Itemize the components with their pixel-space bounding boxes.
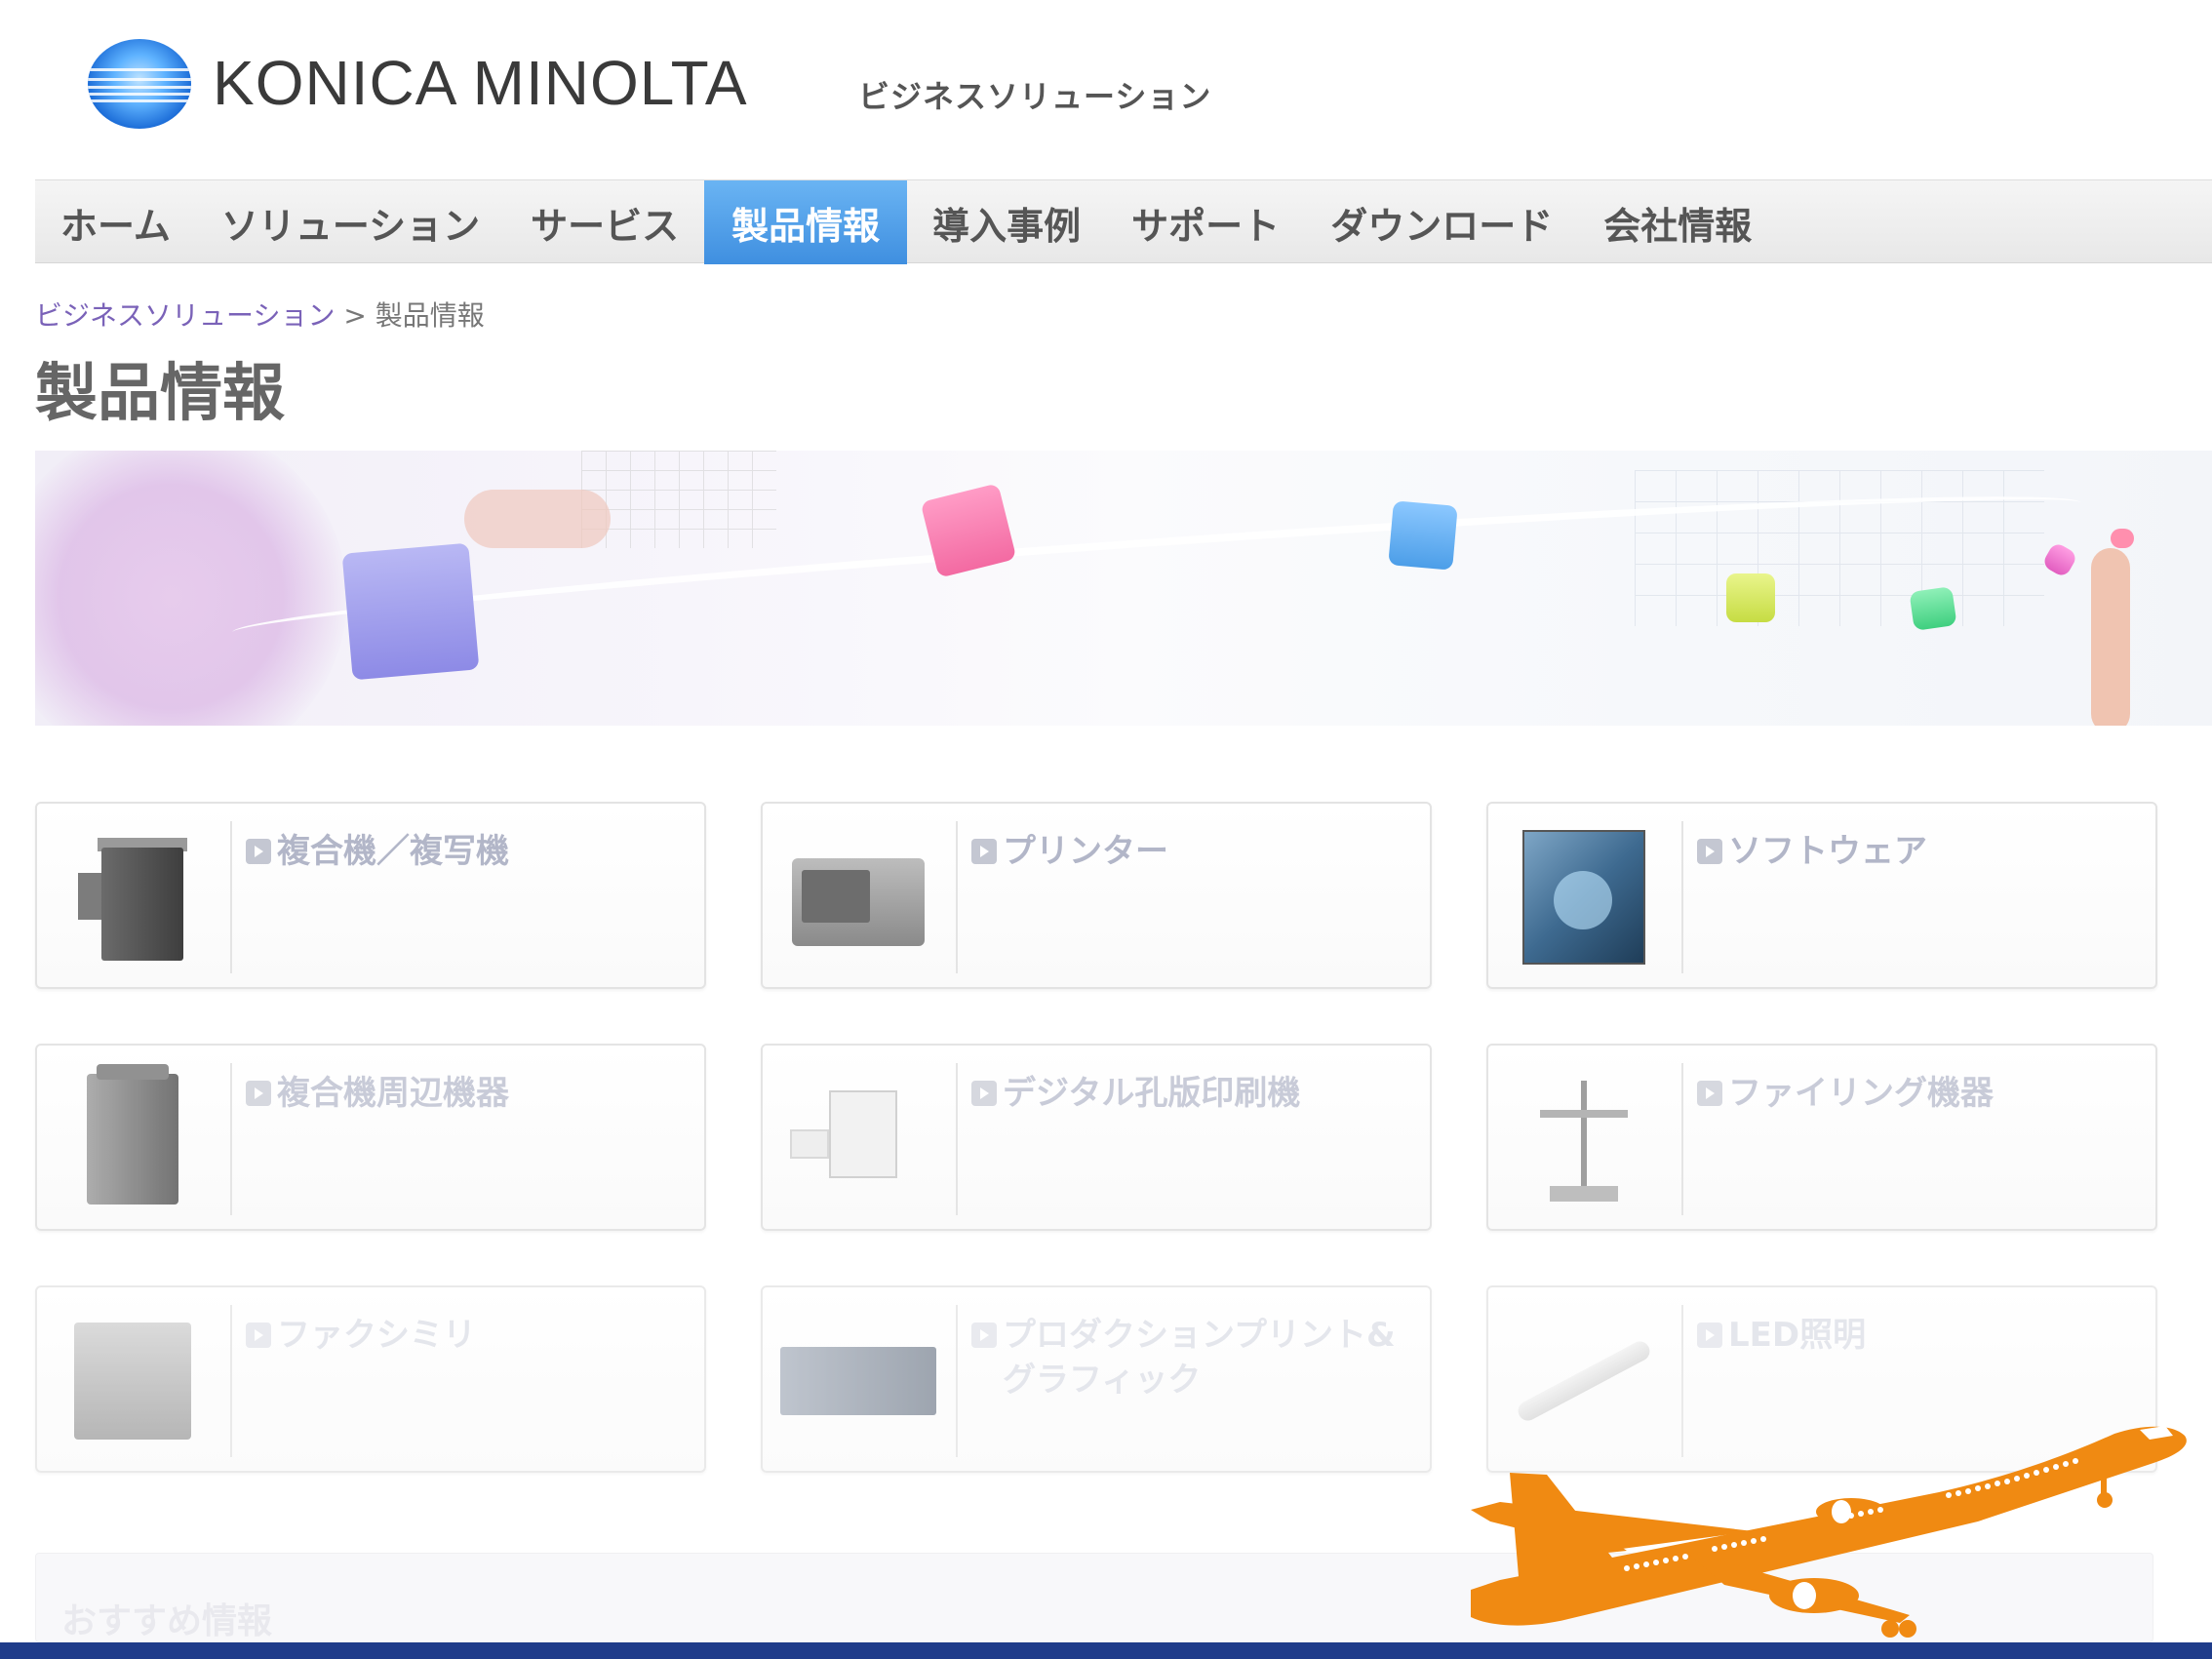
- arrow-icon: [971, 1081, 997, 1106]
- arrow-icon: [246, 839, 271, 864]
- cube-graphic: [2111, 529, 2134, 548]
- nav-item-home[interactable]: ホーム: [35, 180, 196, 264]
- digital-duplicator-icon: [780, 1063, 936, 1215]
- nav-item-solutions[interactable]: ソリューション: [196, 180, 505, 264]
- cube-graphic: [1726, 573, 1775, 622]
- product-card-mfp[interactable]: 複合機／複写機: [35, 802, 706, 989]
- arrow-icon: [971, 1323, 997, 1348]
- product-label[interactable]: ファクシミリ: [277, 1313, 476, 1358]
- product-label[interactable]: ソフトウェア: [1728, 829, 1927, 874]
- breadcrumb-separator: >: [335, 299, 375, 332]
- peripheral-icon: [55, 1063, 211, 1215]
- finger-graphic: [2091, 548, 2130, 726]
- arrow-icon: [1697, 839, 1722, 864]
- cube-graphic: [1909, 586, 1957, 631]
- hero-banner: [35, 451, 2212, 726]
- product-label[interactable]: 複合機周辺機器: [277, 1071, 509, 1116]
- site-subtitle: ビジネスソリューション: [858, 78, 1212, 115]
- cube-graphic: [1388, 500, 1458, 571]
- software-icon: [1506, 821, 1662, 973]
- grid-graphic: [581, 451, 776, 548]
- nav-item-products[interactable]: 製品情報: [704, 180, 908, 264]
- konica-minolta-globe-logo[interactable]: [88, 39, 191, 129]
- arrow-icon: [246, 1081, 271, 1106]
- hand-graphic: [464, 490, 611, 548]
- product-label[interactable]: プリンター: [1003, 829, 1168, 874]
- nav-item-company[interactable]: 会社情報: [1578, 180, 1777, 264]
- cube-graphic: [2040, 540, 2079, 579]
- product-label[interactable]: ファイリング機器: [1728, 1071, 1994, 1116]
- product-card-peripherals[interactable]: 複合機周辺機器: [35, 1044, 706, 1231]
- product-card-software[interactable]: ソフトウェア: [1486, 802, 2157, 989]
- nav-item-services[interactable]: サービス: [505, 180, 704, 264]
- breadcrumb: ビジネスソリューション > 製品情報: [35, 295, 485, 334]
- page-title: 製品情報: [35, 358, 285, 430]
- fax-icon: [55, 1305, 211, 1457]
- product-label[interactable]: LED照明: [1728, 1313, 1866, 1358]
- nav-item-case-studies[interactable]: 導入事例: [907, 180, 1106, 264]
- product-card-filing[interactable]: ファイリング機器: [1486, 1044, 2157, 1231]
- brand-name[interactable]: KONICA MINOLTA: [213, 47, 748, 119]
- arrow-icon: [246, 1323, 271, 1348]
- product-card-fax[interactable]: ファクシミリ: [35, 1285, 706, 1473]
- printer-icon: [780, 821, 936, 973]
- global-nav: ホーム ソリューション サービス 製品情報 導入事例 サポート ダウンロード 会…: [35, 179, 2212, 264]
- product-card-digital-duplicator[interactable]: デジタル孔版印刷機: [761, 1044, 1432, 1231]
- cube-graphic: [341, 542, 480, 681]
- arrow-icon: [971, 839, 997, 864]
- breadcrumb-current: 製品情報: [375, 299, 485, 332]
- arrow-icon: [1697, 1323, 1722, 1348]
- filing-icon: [1506, 1063, 1662, 1215]
- product-label[interactable]: 複合機／複写機: [277, 829, 509, 874]
- breadcrumb-link-home[interactable]: ビジネスソリューション: [35, 299, 335, 332]
- nav-item-support[interactable]: サポート: [1106, 180, 1305, 264]
- flower-graphic: [35, 451, 347, 726]
- nav-item-download[interactable]: ダウンロード: [1305, 180, 1578, 264]
- airplane-icon: [1471, 1426, 2187, 1638]
- production-print-icon: [780, 1305, 936, 1457]
- product-card-printer[interactable]: プリンター: [761, 802, 1432, 989]
- mfp-icon: [55, 821, 211, 973]
- product-label[interactable]: デジタル孔版印刷機: [1003, 1071, 1300, 1116]
- arrow-icon: [1697, 1081, 1722, 1106]
- bottom-bar: [0, 1642, 2212, 1659]
- recommended-title: おすすめ情報: [61, 1601, 273, 1641]
- product-card-production-print[interactable]: プロダクションプリント& グラフィック: [761, 1285, 1432, 1473]
- site-header: KONICA MINOLTA ビジネスソリューション: [0, 0, 2212, 179]
- product-label[interactable]: プロダクションプリント& グラフィック: [1003, 1313, 1396, 1402]
